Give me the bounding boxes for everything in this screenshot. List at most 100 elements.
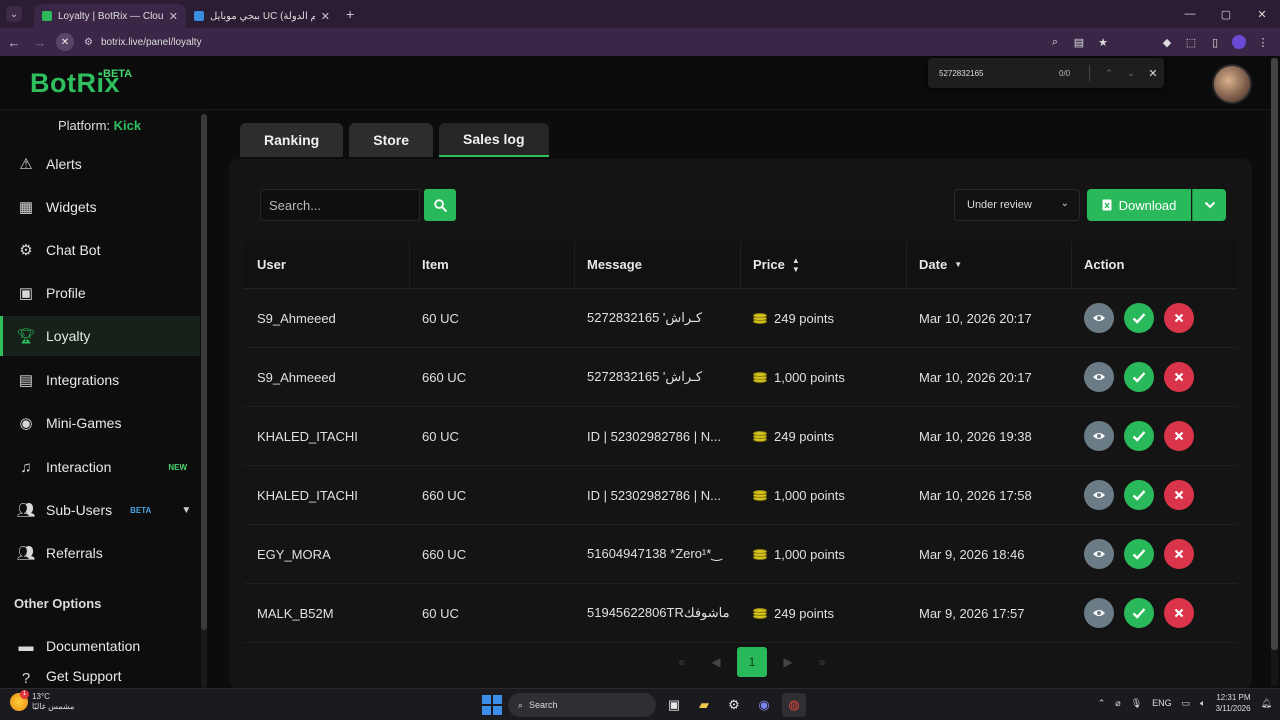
reader-icon[interactable]: ▤ bbox=[1072, 36, 1086, 49]
browser-tab-pubg[interactable]: ببجي موبايل UC (اسم الدولة) | خـ ✕ bbox=[186, 4, 338, 28]
find-close-icon[interactable]: ✕ bbox=[1142, 67, 1164, 80]
zoom-icon[interactable]: ⌕ bbox=[1048, 36, 1062, 49]
column-date[interactable]: Date ▼ bbox=[906, 241, 962, 288]
sidebar-item-referrals[interactable]: 👥︎ Referrals bbox=[0, 533, 200, 573]
music-icon: ♫ bbox=[20, 458, 32, 476]
find-input[interactable]: 5272832165 bbox=[939, 69, 1049, 78]
view-button[interactable] bbox=[1084, 480, 1114, 510]
browser-menu-icon[interactable]: ⋮ bbox=[1256, 36, 1270, 49]
clock[interactable]: 12:31 PM 3/11/2026 bbox=[1216, 692, 1251, 714]
find-next-icon[interactable]: ⌄ bbox=[1120, 68, 1142, 79]
column-user: User bbox=[257, 257, 286, 272]
tab-store[interactable]: Store bbox=[349, 123, 434, 157]
sidebar-item-loyalty[interactable]: 🏆︎ Loyalty bbox=[0, 316, 200, 356]
view-button[interactable] bbox=[1084, 303, 1114, 333]
sidebar-item-alerts[interactable]: ⚠ Alerts bbox=[0, 144, 200, 184]
chevron-up-icon[interactable]: ⌃ bbox=[1098, 698, 1106, 709]
reject-button[interactable] bbox=[1164, 539, 1194, 569]
reject-button[interactable] bbox=[1164, 421, 1194, 451]
back-button[interactable]: ← bbox=[2, 30, 26, 54]
approve-button[interactable] bbox=[1124, 598, 1154, 628]
forward-button[interactable]: → bbox=[28, 30, 52, 54]
sidebar-item-chat-bot[interactable]: ⚙ Chat Bot bbox=[0, 230, 200, 270]
new-tab-button[interactable]: + bbox=[346, 6, 354, 22]
sidebar-item-mini-games[interactable]: ◉ Mini-Games bbox=[0, 403, 200, 443]
sidebar-item-interaction[interactable]: ♫ Interaction NEW bbox=[0, 447, 200, 487]
close-window-button[interactable]: ✕ bbox=[1244, 0, 1280, 28]
reject-button[interactable] bbox=[1164, 303, 1194, 333]
view-button[interactable] bbox=[1084, 598, 1114, 628]
sidebar-item-profile[interactable]: ▣ Profile bbox=[0, 273, 200, 313]
sidebar-item-integrations[interactable]: ▤ Integrations bbox=[0, 360, 200, 400]
view-button[interactable] bbox=[1084, 421, 1114, 451]
chrome-icon[interactable]: ◍ bbox=[782, 693, 806, 717]
download-options-toggle[interactable] bbox=[1192, 189, 1226, 221]
language-indicator[interactable]: ENG bbox=[1152, 698, 1172, 708]
reject-button[interactable] bbox=[1164, 362, 1194, 392]
prev-page-icon[interactable]: ◀ bbox=[699, 647, 733, 677]
extensions-puzzle-icon[interactable]: ⬚ bbox=[1184, 36, 1198, 49]
sidebar-toggle-icon[interactable]: ▯ bbox=[1208, 36, 1222, 49]
last-page-icon[interactable]: » bbox=[805, 647, 839, 677]
tab-ranking[interactable]: Ranking bbox=[240, 123, 344, 157]
bookmark-star-icon[interactable]: ★ bbox=[1096, 36, 1110, 49]
stop-loading-button[interactable]: ✕ bbox=[56, 33, 74, 51]
approve-button[interactable] bbox=[1124, 539, 1154, 569]
tab-search-button[interactable]: ⌄ bbox=[6, 6, 22, 22]
page: BotRix BETA 5272832165 0/0 ⌃ ⌄ ✕ Platfor… bbox=[0, 56, 1280, 688]
sidebar-item-get-support[interactable]: ? Get Support bbox=[0, 668, 200, 688]
sidebar-item-sub-users[interactable]: 👥︎ Sub-Users BETA ▼ bbox=[0, 490, 200, 530]
network-icon[interactable]: ⌀ bbox=[1115, 698, 1120, 709]
chevron-down-icon[interactable]: ▼ bbox=[181, 505, 191, 516]
maximize-button[interactable]: ▢ bbox=[1208, 0, 1244, 28]
status-filter-select[interactable]: Under review ⌄ bbox=[954, 189, 1080, 221]
view-button[interactable] bbox=[1084, 362, 1114, 392]
reject-button[interactable] bbox=[1164, 598, 1194, 628]
weather-widget[interactable]: 1 13°C مشمس غالبًا bbox=[10, 690, 74, 712]
url-field[interactable]: ⚙ botrix.live/panel/loyalty bbox=[84, 37, 202, 48]
sidebar-scrollbar[interactable] bbox=[201, 114, 207, 688]
reject-button[interactable] bbox=[1164, 480, 1194, 510]
task-view-icon[interactable]: ▣ bbox=[662, 693, 686, 717]
extension-icon[interactable]: ◆ bbox=[1160, 36, 1174, 49]
approve-button[interactable] bbox=[1124, 421, 1154, 451]
chevron-down-icon: ⌄ bbox=[1060, 198, 1069, 209]
sidebar-item-documentation[interactable]: ▬ Documentation bbox=[0, 626, 200, 666]
download-button[interactable]: Download bbox=[1087, 189, 1191, 221]
approve-button[interactable] bbox=[1124, 303, 1154, 333]
tab-sales-log[interactable]: Sales log bbox=[439, 123, 549, 157]
column-price[interactable]: Price ▲ ▼ bbox=[740, 241, 800, 288]
minimize-button[interactable]: — bbox=[1172, 0, 1208, 28]
approve-button[interactable] bbox=[1124, 362, 1154, 392]
view-button[interactable] bbox=[1084, 539, 1114, 569]
user-avatar[interactable] bbox=[1212, 64, 1252, 104]
sort-icon[interactable]: ▲ ▼ bbox=[792, 256, 800, 274]
search-button[interactable] bbox=[424, 189, 456, 221]
sidebar-item-widgets[interactable]: ▦ Widgets bbox=[0, 187, 200, 227]
find-previous-icon[interactable]: ⌃ bbox=[1098, 68, 1120, 79]
page-scrollbar[interactable] bbox=[1271, 58, 1278, 686]
close-tab-icon[interactable]: ✕ bbox=[321, 10, 330, 23]
browser-tab-loyalty[interactable]: Loyalty | BotRix — Cloud Strea ✕ bbox=[34, 4, 186, 28]
volume-icon[interactable]: 🔈︎ bbox=[1200, 698, 1205, 709]
site-info-icon[interactable]: ⚙ bbox=[84, 37, 93, 48]
sort-desc-icon[interactable]: ▼ bbox=[954, 260, 962, 269]
approve-button[interactable] bbox=[1124, 480, 1154, 510]
discord-icon[interactable]: ◉ bbox=[752, 693, 776, 717]
notifications-icon[interactable]: 🔔︎ bbox=[1261, 698, 1272, 709]
browser-profile-icon[interactable] bbox=[1232, 35, 1246, 49]
windows-start-icon[interactable] bbox=[482, 695, 502, 715]
microphone-icon[interactable]: 🎙︎ bbox=[1131, 698, 1142, 709]
table-row: KHALED_ITACHI 60 UC ID | 52302982786 | N..… bbox=[244, 407, 1237, 466]
chatgpt-icon[interactable]: ⚙ bbox=[722, 693, 746, 717]
file-explorer-icon[interactable]: ▰ bbox=[692, 693, 716, 717]
coins-icon bbox=[753, 548, 767, 560]
current-page-button[interactable]: 1 bbox=[737, 647, 767, 677]
display-icon[interactable]: ▭ bbox=[1182, 698, 1191, 709]
search-input[interactable] bbox=[260, 189, 420, 221]
next-page-icon[interactable]: ▶ bbox=[771, 647, 805, 677]
close-tab-icon[interactable]: ✕ bbox=[169, 10, 178, 23]
close-icon bbox=[1174, 549, 1184, 559]
taskbar-search[interactable]: ⌕ Search bbox=[508, 693, 656, 717]
first-page-icon[interactable]: « bbox=[665, 647, 699, 677]
